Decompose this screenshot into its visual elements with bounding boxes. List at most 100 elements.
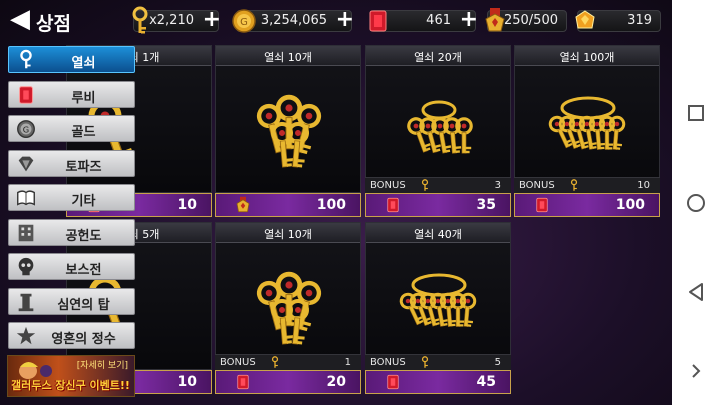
sidebar-item-label: 토파즈 <box>65 159 102 175</box>
card-frame: 열쇠 100개 <box>514 45 660 193</box>
price-value: 100 <box>615 197 645 213</box>
bonus-label: BONUS <box>370 180 406 191</box>
price-value: 10 <box>177 374 197 390</box>
sidebar-item-0[interactable]: 열쇠 <box>8 46 135 73</box>
ruby-icon <box>369 10 387 32</box>
medal-currency: 250/500 <box>485 8 567 32</box>
bonus-value: 1 <box>344 357 351 368</box>
buy-button[interactable]: 35 <box>365 193 511 217</box>
shop-item-card[interactable]: 열쇠 10개 100 <box>215 45 361 217</box>
sidebar-item-8[interactable]: 영혼의 정수 <box>8 322 135 349</box>
banner-title: 갤러두스 장신구 이벤트!! <box>11 379 130 392</box>
tower-icon <box>18 293 34 311</box>
ruby-currency: 461 + <box>369 8 478 32</box>
character-icon <box>19 362 52 379</box>
card-frame: 열쇠 10개 <box>215 222 361 370</box>
gold-coin-icon: G <box>232 9 256 33</box>
bonus-row: BONUS 3 <box>365 177 511 193</box>
bonus-label: BONUS <box>519 180 555 191</box>
price-value: 35 <box>476 197 496 213</box>
card-title: 열쇠 10개 <box>264 51 312 64</box>
bonus-label: BONUS <box>220 357 256 368</box>
key-bundle-image <box>256 271 322 345</box>
card-header: 열쇠 40개 <box>366 223 510 243</box>
bonus-value: 10 <box>637 180 650 191</box>
add-gold-button[interactable]: + <box>336 8 354 32</box>
top-bar: ◀ 상점 x2,210 + G 3,254,065 + 461 + 250/50… <box>0 0 672 44</box>
key-icon <box>421 356 429 368</box>
gold-amount: 3,254,065 <box>260 13 327 28</box>
sidebar-item-label: 영혼의 정수 <box>51 332 116 347</box>
topaz-amount: 319 <box>627 13 652 28</box>
book-icon <box>17 190 35 206</box>
key-ring-image <box>407 100 473 154</box>
key-currency: x2,210 + <box>132 6 221 34</box>
sidebar-item-5[interactable]: 공헌도 <box>8 218 135 246</box>
card-title: 열쇠 40개 <box>414 228 462 241</box>
topaz-currency: 319 <box>575 10 661 32</box>
star-icon <box>16 326 36 345</box>
recents-icon[interactable] <box>682 99 710 127</box>
card-title: 열쇠 100개 <box>559 51 615 64</box>
price-value: 100 <box>316 197 346 213</box>
card-frame: 열쇠 10개 <box>215 45 361 193</box>
buy-button[interactable]: 45 <box>365 370 511 394</box>
price-value: 45 <box>476 374 496 390</box>
bonus-row: BONUS 10 <box>514 177 660 193</box>
ruby-icon <box>19 85 33 104</box>
medal-icon <box>236 196 250 213</box>
card-header: 열쇠 100개 <box>515 46 659 66</box>
shop-item-card[interactable]: 열쇠 20개 BONUS 3 35 <box>365 45 511 217</box>
back-button[interactable]: ◀ <box>6 6 34 34</box>
medal-amount: 250/500 <box>503 13 558 28</box>
banner-detail-link[interactable]: [자세히 보기] <box>77 358 128 371</box>
buy-button[interactable]: 20 <box>215 370 361 394</box>
card-frame: 열쇠 40개 <box>365 222 511 370</box>
sidebar-item-label: 열쇠 <box>71 56 96 71</box>
key-icon <box>271 356 279 368</box>
sidebar-item-3[interactable]: 토파즈 <box>8 149 135 177</box>
sidebar-item-4[interactable]: 기타 <box>8 184 135 211</box>
price-value: 20 <box>326 374 346 390</box>
category-sidebar: 열쇠루비 G 골드토파즈기타공헌도보스전심연의 탑영혼의 정수 <box>4 46 137 349</box>
card-title: 열쇠 10개 <box>264 228 312 241</box>
gold-currency: G 3,254,065 + <box>232 8 354 33</box>
home-icon[interactable] <box>682 189 710 217</box>
card-title: 열쇠 20개 <box>414 51 462 64</box>
key-icon <box>20 49 32 69</box>
skull-icon <box>18 257 34 276</box>
card-header: 열쇠 20개 <box>366 46 510 66</box>
sidebar-item-label: 루비 <box>71 90 96 106</box>
diamond-icon <box>18 156 34 171</box>
price-value: 10 <box>177 197 197 213</box>
chevron-right-icon[interactable] <box>682 357 710 385</box>
shop-item-card[interactable]: 열쇠 40개 BONUS 5 45 <box>365 222 511 394</box>
building-icon <box>18 224 34 241</box>
shop-item-card[interactable]: 열쇠 10개 BONUS 1 20 <box>215 222 361 394</box>
sidebar-item-7[interactable]: 심연의 탑 <box>8 287 135 315</box>
add-ruby-button[interactable]: + <box>460 8 478 32</box>
sidebar-item-1[interactable]: 루비 <box>8 80 135 108</box>
buy-button[interactable]: 100 <box>514 193 660 217</box>
back-icon[interactable] <box>682 278 710 306</box>
card-header: 열쇠 10개 <box>216 223 360 243</box>
sidebar-item-label: 골드 <box>71 125 96 140</box>
event-banner[interactable]: [자세히 보기] 갤러두스 장신구 이벤트!! <box>7 355 135 397</box>
shop-item-card[interactable]: 열쇠 100개 BONUS 10 100 <box>514 45 660 217</box>
bonus-value: 3 <box>494 180 501 191</box>
buy-button[interactable]: 100 <box>215 193 361 217</box>
key-count: x2,210 <box>149 13 194 28</box>
add-key-button[interactable]: + <box>203 8 221 32</box>
sidebar-item-6[interactable]: 보스전 <box>8 253 135 280</box>
svg-text:G: G <box>240 17 248 28</box>
svg-text:G: G <box>23 125 29 135</box>
page-title: 상점 <box>36 13 71 35</box>
sidebar-item-label: 보스전 <box>65 263 102 278</box>
key-pile-image <box>548 96 626 150</box>
sidebar-item-2[interactable]: G 골드 <box>8 115 135 142</box>
bonus-value: 5 <box>494 357 501 368</box>
card-frame: 열쇠 20개 <box>365 45 511 193</box>
ruby-amount: 461 <box>426 13 451 28</box>
bonus-row: BONUS 1 <box>215 354 361 370</box>
ruby-icon <box>387 197 399 213</box>
